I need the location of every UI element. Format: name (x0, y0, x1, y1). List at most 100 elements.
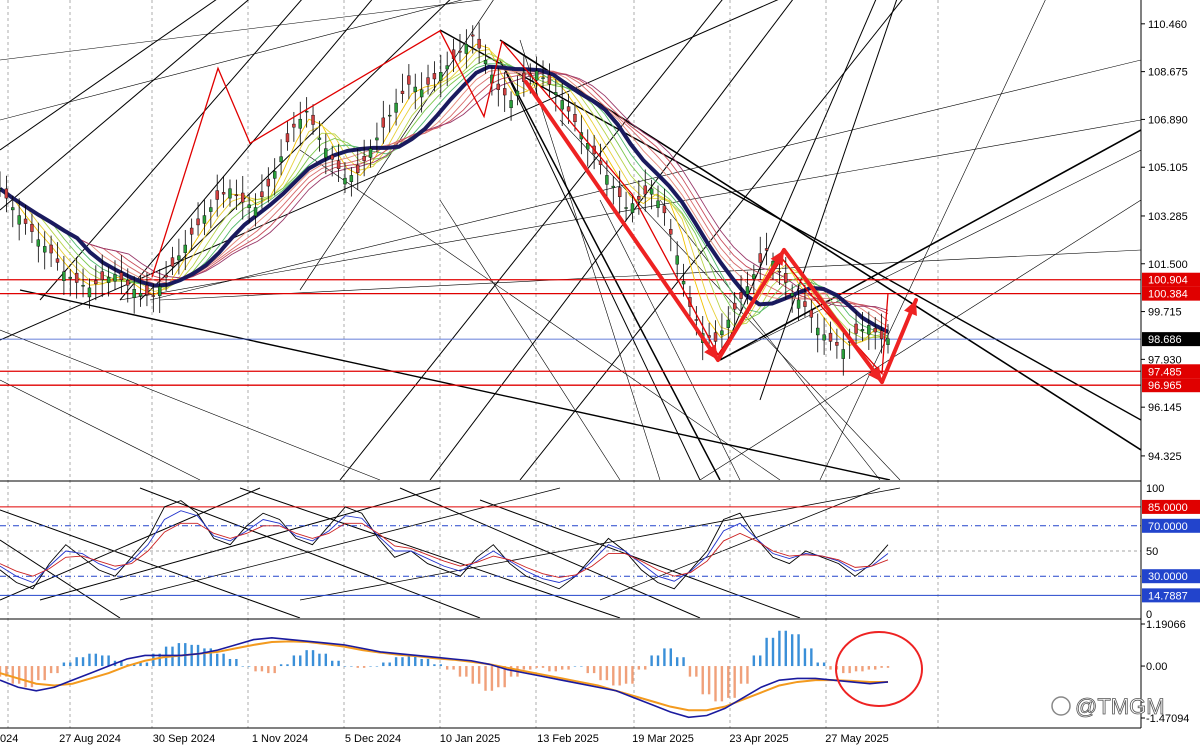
stoch-tag-label: 14.7887 (1148, 590, 1188, 602)
candle-body (617, 187, 622, 198)
macd-bar (439, 664, 443, 667)
macd-bar (803, 648, 807, 667)
macd-bar (62, 662, 66, 667)
candle-body (113, 274, 117, 282)
macd-bar (458, 666, 462, 677)
candle-body (739, 292, 743, 299)
x-tick-label: 13 Feb 2025 (537, 733, 599, 745)
candle-body (49, 244, 53, 254)
candle-body (330, 155, 334, 160)
candle-body (292, 123, 296, 128)
macd-bar (43, 666, 46, 681)
candle-body (87, 287, 92, 298)
macd-bar (560, 666, 564, 670)
macd-bar (554, 666, 557, 672)
candle-body (835, 341, 839, 346)
macd-bar (631, 666, 634, 684)
macd-bar (816, 662, 819, 667)
candle-body (324, 148, 328, 158)
candle-body (726, 319, 730, 328)
candle-body (400, 90, 405, 94)
candle-body (681, 280, 686, 285)
candle-body (145, 285, 149, 295)
macd-bar (663, 648, 666, 667)
candle-body (343, 177, 347, 185)
candle-body (560, 100, 564, 110)
macd-bar (37, 666, 40, 681)
macd-bar (331, 660, 334, 667)
candle-body (0, 188, 2, 190)
candle-body (106, 276, 111, 283)
candle-body (809, 309, 814, 318)
candle-body (879, 330, 884, 339)
candle-body (126, 280, 130, 286)
macd-bar (650, 655, 653, 667)
macd-bar (222, 653, 225, 667)
macd-bar (260, 666, 264, 672)
candle-body (796, 299, 801, 309)
x-tick-label: 27 Aug 2024 (59, 733, 121, 745)
candle-body (43, 246, 47, 253)
macd-bar (656, 655, 660, 667)
candle-body (828, 332, 833, 342)
candle-body (266, 178, 271, 187)
candle-body (119, 272, 124, 281)
candle-body (547, 74, 552, 85)
macd-bar (426, 658, 430, 667)
macd-bar (337, 660, 340, 667)
macd-bar (637, 666, 641, 670)
stoch-tag-label: 30.0000 (1148, 571, 1188, 583)
macd-bar (727, 666, 730, 698)
macd-bar (254, 666, 257, 672)
macd-bar (535, 666, 538, 668)
macd-bar (343, 666, 347, 667)
price-tag-label: 96.965 (1148, 380, 1182, 392)
macd-bar (829, 666, 832, 670)
macd-bar (452, 666, 455, 670)
candle-body (394, 102, 398, 113)
candle-body (790, 293, 794, 297)
candle-body (158, 286, 162, 297)
macd-bar (75, 657, 78, 667)
macd-bar (733, 666, 736, 698)
macd-y-label: 0.00 (1146, 661, 1167, 673)
candle-body (758, 253, 762, 263)
macd-bar (739, 666, 743, 684)
y-tick-label: 94.325 (1148, 451, 1182, 463)
candle-body (273, 171, 277, 179)
macd-bar (203, 648, 206, 667)
candle-body (656, 200, 660, 208)
candle-body (573, 114, 577, 123)
price-tag-label: 97.485 (1148, 366, 1182, 378)
y-tick-label: 101.500 (1148, 259, 1188, 271)
candle-body (669, 229, 673, 235)
y-tick-label: 110.460 (1148, 19, 1187, 31)
y-tick-label: 105.105 (1148, 162, 1188, 174)
macd-bar (886, 666, 890, 668)
candle-body (17, 215, 21, 225)
macd-bar (407, 655, 411, 667)
y-tick-label: 103.285 (1148, 211, 1188, 223)
candle-body (279, 156, 283, 163)
candle-body (439, 72, 443, 81)
macd-bar (842, 666, 845, 674)
candle-body (649, 188, 654, 195)
candle-body (317, 137, 322, 140)
candle-body (68, 276, 72, 279)
x-tick-label: 1 Nov 2024 (252, 733, 308, 745)
macd-bar (196, 644, 200, 667)
candle-body (368, 148, 373, 158)
macd-bar (235, 658, 238, 667)
candle-body (816, 327, 820, 336)
candle-body (841, 349, 845, 359)
candle-body (566, 106, 571, 112)
candle-body (349, 175, 354, 182)
candle-body (62, 271, 66, 282)
candle-body (234, 194, 239, 197)
macd-bar (49, 666, 53, 674)
macd-bar (822, 662, 826, 667)
candle-body (413, 86, 417, 93)
candle-body (30, 223, 34, 232)
candle-body (554, 92, 558, 95)
macd-bar (707, 666, 711, 695)
